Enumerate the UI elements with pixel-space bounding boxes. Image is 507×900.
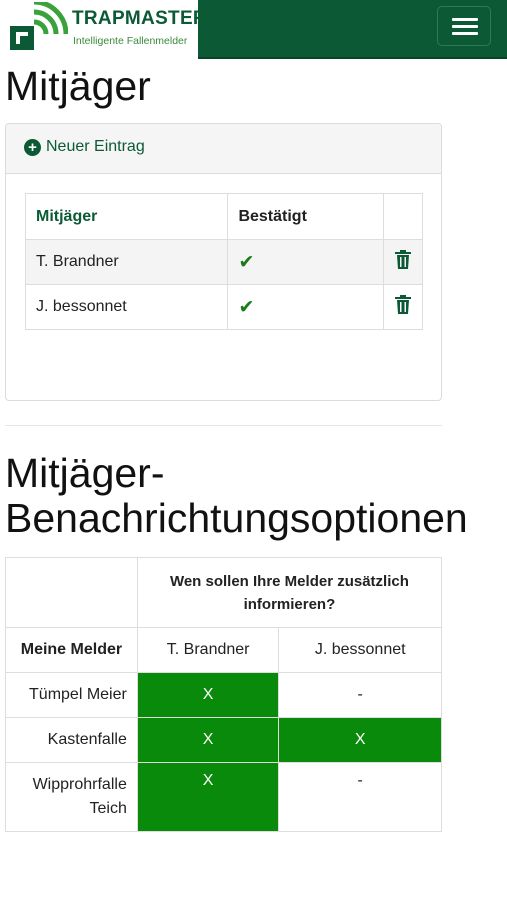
table-row: Kastenfalle X X — [5, 717, 442, 763]
table-row: Tümpel Meier X - — [5, 672, 442, 718]
toggle-cell[interactable]: X — [278, 717, 442, 763]
toggle-cell[interactable]: X — [136, 672, 280, 718]
toggle-cell[interactable]: - — [278, 762, 442, 832]
trash-icon — [395, 295, 412, 314]
hunter-name: T. Brandner — [24, 239, 229, 285]
hamburger-icon — [452, 25, 478, 28]
delete-button[interactable] — [383, 284, 423, 330]
question-header: Wen sollen Ihre Melder zusätzlich inform… — [136, 557, 443, 628]
toggle-cell[interactable]: - — [278, 672, 442, 718]
delete-button[interactable] — [383, 239, 423, 285]
hunters-table: Mitjäger Bestätigt T. Brandner ✔ J. bess… — [24, 193, 423, 330]
check-icon: ✔ — [238, 296, 255, 318]
divider — [5, 425, 442, 426]
melder-name: Wipprohrfalle Teich — [5, 762, 138, 832]
hamburger-icon — [452, 18, 478, 21]
column-header-actions — [383, 193, 423, 240]
toggle-cell[interactable]: X — [136, 762, 280, 832]
hunter-column-header: J. bessonnet — [278, 627, 442, 673]
menu-toggle-button[interactable] — [437, 6, 491, 46]
toggle-cell[interactable]: X — [136, 717, 280, 763]
new-entry-label: Neuer Eintrag — [46, 138, 145, 155]
panel-header: + Neuer Eintrag — [6, 124, 441, 174]
hunter-column-header: T. Brandner — [136, 627, 280, 673]
navbar: TRAPMASTER Intelligente Fallenmelder — [0, 0, 507, 59]
table-row: J. bessonnet ✔ — [24, 284, 423, 330]
melder-name: Tümpel Meier — [5, 672, 138, 718]
new-entry-button[interactable]: + Neuer Eintrag — [24, 138, 145, 156]
column-header-confirmed: Bestätigt — [227, 193, 385, 240]
table-row: Wipprohrfalle Teich X - — [5, 762, 442, 832]
signal-logo-icon — [10, 2, 68, 50]
page-title: Mitjäger — [5, 63, 151, 109]
brand-logo[interactable]: TRAPMASTER Intelligente Fallenmelder — [0, 0, 207, 59]
row-header-melder: Meine Melder — [5, 627, 138, 673]
section-title: Mitjäger-Benachrichtungsoptionen — [5, 450, 468, 541]
column-header-hunter[interactable]: Mitjäger — [24, 193, 229, 240]
hunters-panel: + Neuer Eintrag Mitjäger Bestätigt T. Br… — [5, 123, 442, 401]
plus-circle-icon: + — [24, 138, 41, 156]
table-row: T. Brandner ✔ — [24, 239, 423, 285]
hamburger-icon — [452, 32, 478, 35]
hunter-name: J. bessonnet — [24, 284, 229, 330]
melder-name: Kastenfalle — [5, 717, 138, 763]
trash-icon — [395, 250, 412, 269]
check-icon: ✔ — [238, 251, 255, 273]
brand-name: TRAPMASTER — [72, 8, 207, 29]
brand-tagline: Intelligente Fallenmelder — [73, 35, 188, 47]
notification-options-table: Wen sollen Ihre Melder zusätzlich inform… — [5, 557, 443, 832]
